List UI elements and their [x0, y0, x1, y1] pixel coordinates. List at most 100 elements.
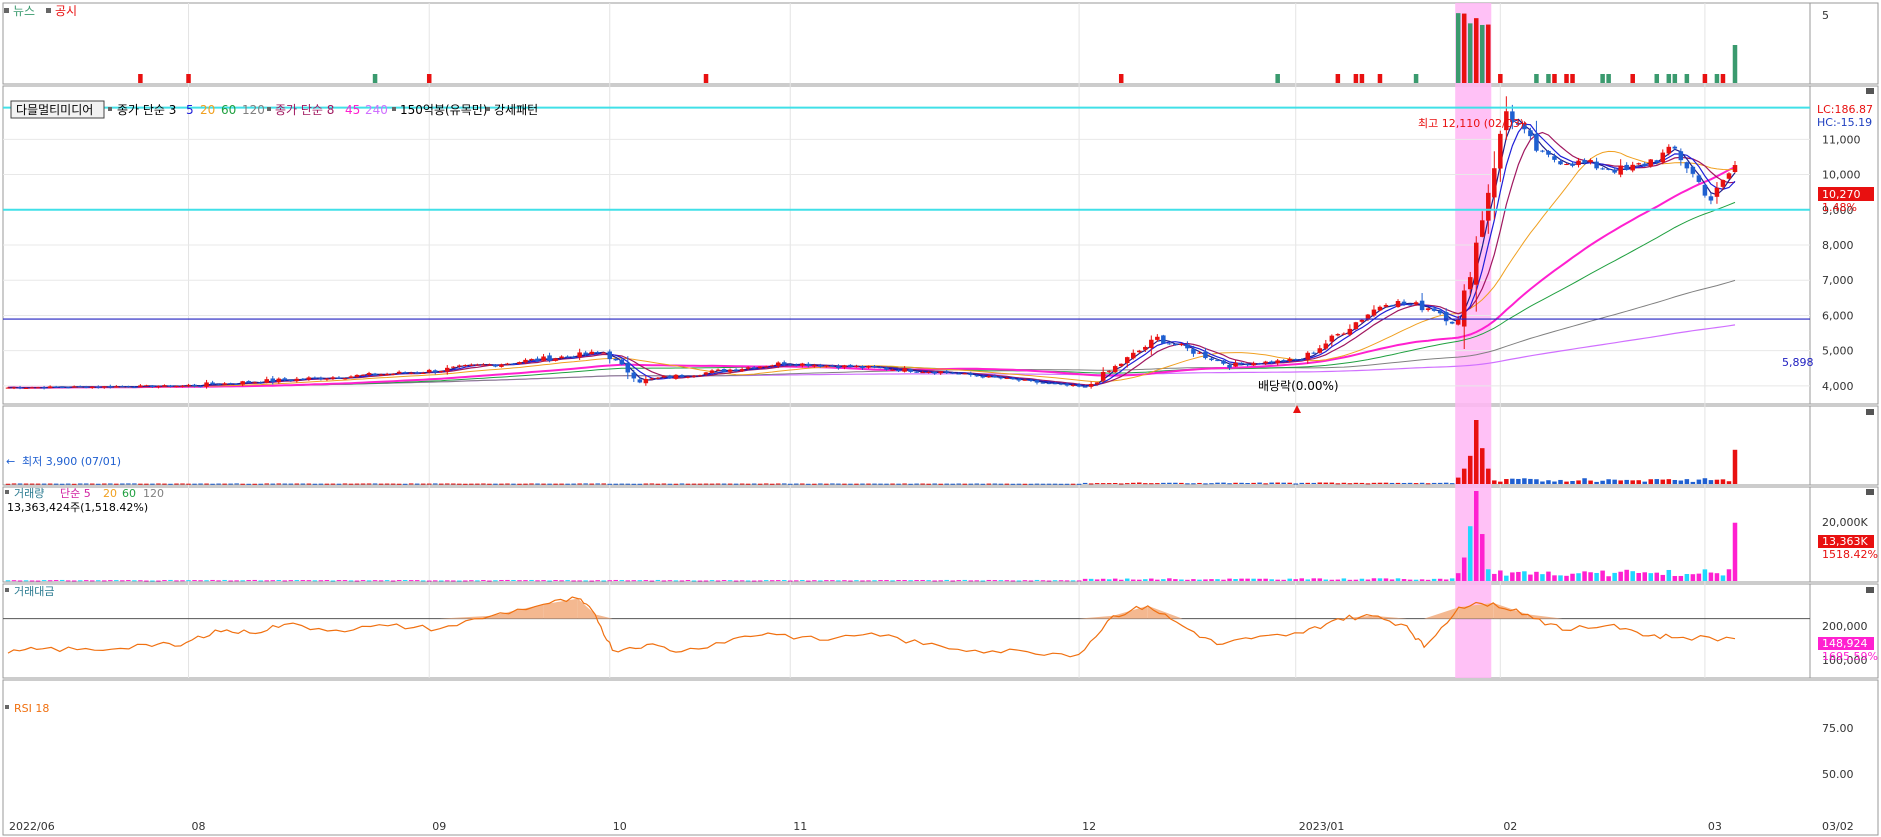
amount-bar: [457, 580, 462, 582]
amount-bar: [986, 579, 992, 581]
collapse-icon: [1866, 489, 1874, 495]
x-axis-label: 10: [613, 820, 627, 833]
candle-body: [1197, 352, 1202, 354]
amount-bar: [23, 580, 29, 582]
news-bar: [1359, 74, 1365, 83]
candle-body: [180, 385, 185, 387]
ma-b-label[interactable]: 종가 단순 8: [275, 103, 334, 117]
volume-bar: [41, 483, 47, 485]
volume-ma-120: 120: [143, 487, 164, 500]
amount-bar: [794, 580, 799, 582]
amount-bar: [17, 580, 23, 582]
candle-body: [1227, 364, 1232, 368]
price-legend: 다믈멀티미디어 종가 단순 3 5 20 60 120 종가 단순 8 45 2…: [10, 100, 538, 119]
volume-bar: [11, 483, 17, 485]
candle-body: [47, 386, 53, 389]
volume-bar: [162, 483, 167, 485]
amount-bar: [589, 580, 594, 582]
candle-body: [992, 375, 998, 378]
amount-bar: [312, 580, 318, 582]
candle-body: [1431, 308, 1437, 311]
candle-body: [914, 371, 919, 373]
candle-body: [1251, 363, 1256, 366]
candle-body: [1558, 161, 1563, 165]
amount-bar: [553, 580, 558, 582]
volume-bar: [1323, 482, 1329, 484]
extra-indicator-2[interactable]: 강세패턴: [494, 103, 538, 117]
candle-body: [1191, 349, 1196, 354]
amount-bar: [29, 580, 35, 582]
volume-bar: [23, 483, 29, 485]
amount-bar: [625, 580, 631, 582]
volume-bar: [17, 483, 23, 485]
volume-bar: [1022, 483, 1028, 485]
candle-body: [1401, 301, 1407, 305]
candle-body: [1341, 333, 1347, 335]
volume-bar: [511, 483, 516, 485]
amount-bar: [577, 580, 582, 582]
candle-body: [1600, 168, 1605, 170]
amount-bar: [1287, 578, 1292, 581]
news-bar: [1498, 74, 1503, 83]
amount-bar: [739, 580, 745, 582]
volume-bar: [144, 483, 149, 485]
amount-bar: [1606, 576, 1611, 581]
candle-body: [17, 387, 23, 389]
volume-bar: [300, 483, 306, 485]
volume-bar: [848, 483, 853, 485]
candle-body: [144, 385, 149, 387]
amount-bar: [709, 580, 715, 582]
candle-body: [216, 384, 221, 386]
candle-body: [890, 369, 895, 371]
ma-a-label[interactable]: 종가 단순 3: [117, 103, 176, 117]
candle-body: [1636, 163, 1641, 165]
candle-body: [1642, 163, 1647, 166]
amount-bar: [595, 580, 600, 582]
volume-bar: [457, 483, 462, 485]
candle-body: [1040, 382, 1046, 384]
volume-bar: [589, 483, 594, 485]
candle-body: [402, 372, 408, 374]
volume-bar: [655, 483, 661, 485]
amount-bar: [126, 580, 131, 582]
volume-bar: [818, 483, 823, 485]
candle-body: [1263, 361, 1268, 364]
amount-bar: [402, 580, 408, 582]
amount-bar: [11, 580, 17, 582]
amount-bar: [788, 580, 793, 582]
candle-body: [1070, 384, 1076, 386]
volume-bar: [402, 483, 408, 485]
volume-bar: [709, 483, 715, 485]
amount-bar: [282, 580, 288, 582]
volume-label[interactable]: 거래량: [14, 487, 44, 500]
amount-bar: [757, 580, 763, 582]
extra-indicator-1[interactable]: 150억봉(유목민): [400, 103, 487, 117]
amount-bar: [920, 579, 925, 581]
volume-bar: [547, 483, 552, 485]
rsi-label[interactable]: RSI 18: [14, 702, 49, 715]
amount-bar: [487, 580, 492, 582]
candle-body: [1540, 150, 1545, 152]
candle-body: [950, 372, 955, 374]
candle-body: [547, 355, 552, 361]
volume-bar: [438, 483, 444, 485]
amount-bar: [1058, 580, 1064, 582]
amount-label[interactable]: 거래대금: [14, 585, 54, 598]
amount-bar: [601, 580, 606, 582]
amount-bar: [872, 580, 877, 582]
amount-bar: [1064, 580, 1070, 582]
amount-bar: [1347, 579, 1353, 581]
volume-bar: [1431, 482, 1437, 484]
amount-bar: [294, 580, 300, 582]
volume-bar: [679, 483, 685, 485]
candle-body: [414, 372, 420, 374]
news-bar: [1413, 74, 1419, 83]
candle-body: [23, 387, 29, 389]
candle-body: [1143, 346, 1148, 350]
candle-body: [1684, 162, 1690, 169]
volume-bar: [138, 483, 143, 485]
amount-bar: [944, 579, 949, 581]
volume-bar: [950, 483, 955, 485]
volume-bar: [649, 483, 655, 485]
candle-body: [288, 380, 294, 382]
